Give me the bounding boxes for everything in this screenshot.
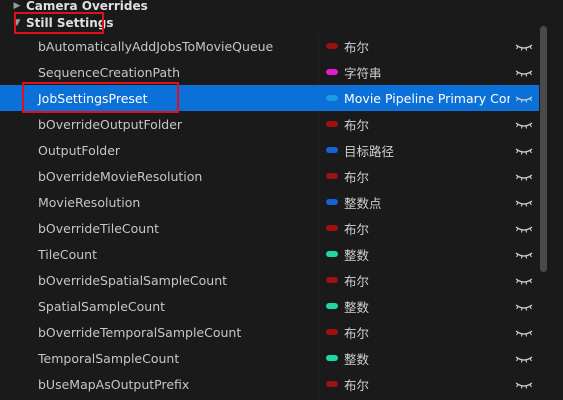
property-type[interactable]: 布尔 — [344, 323, 510, 342]
pin-type-icon — [326, 43, 338, 49]
eye-icon[interactable] — [514, 118, 534, 130]
pin-type-icon — [326, 147, 338, 153]
property-name: bOverrideOutputFolder — [38, 116, 183, 132]
property-name: bUseMapAsOutputPrefix — [38, 376, 190, 392]
property-row[interactable]: TemporalSampleCount 整数 — [0, 345, 540, 371]
eye-icon[interactable] — [514, 326, 534, 338]
property-type[interactable]: 布尔 — [344, 167, 510, 186]
details-panel: ▶ Camera Overrides ▼ Still Settings bAut… — [0, 0, 563, 400]
pin-type-icon — [326, 69, 338, 75]
category-label: Camera Overrides — [26, 0, 148, 13]
property-row[interactable]: JobSettingsPreset Movie Pipeline Primary … — [0, 85, 540, 111]
property-row[interactable]: TileCount 整数 — [0, 241, 540, 267]
eye-icon[interactable] — [514, 378, 534, 390]
pin-type-icon — [326, 121, 338, 127]
property-type[interactable]: 整数 — [344, 349, 510, 368]
pin-type-icon — [326, 303, 338, 309]
pin-type-icon — [326, 355, 338, 361]
eye-icon[interactable] — [514, 196, 534, 208]
property-row[interactable]: bOverrideTemporalSampleCount 布尔 — [0, 319, 540, 345]
property-type[interactable]: 布尔 — [344, 219, 510, 238]
pin-type-icon — [326, 199, 338, 205]
property-type[interactable]: 整数 — [344, 297, 510, 316]
property-name: TileCount — [38, 246, 98, 262]
property-type[interactable]: 布尔 — [344, 115, 510, 134]
pin-type-icon — [326, 173, 338, 179]
property-row[interactable]: MovieResolution 整数点 — [0, 189, 540, 215]
pin-type-icon — [326, 277, 338, 283]
property-name: SpatialSampleCount — [38, 298, 166, 314]
property-row[interactable]: bOverrideOutputFolder 布尔 — [0, 111, 540, 137]
property-row[interactable]: bOverrideSpatialSampleCount 布尔 — [0, 267, 540, 293]
property-name: JobSettingsPreset — [38, 90, 148, 106]
property-type[interactable]: Movie Pipeline Primary Confi — [344, 91, 510, 106]
pin-type-icon — [326, 225, 338, 231]
property-type[interactable]: 字符串 — [344, 63, 510, 82]
property-type[interactable]: 布尔 — [344, 37, 510, 56]
category-label: Still Settings — [26, 16, 114, 30]
property-name: bOverrideTemporalSampleCount — [38, 324, 242, 340]
property-type[interactable]: 整数点 — [344, 193, 510, 212]
property-row[interactable]: OutputFolder 目标路径 — [0, 137, 540, 163]
category-still-settings[interactable]: ▼ Still Settings — [0, 13, 540, 33]
eye-icon[interactable] — [514, 40, 534, 52]
eye-icon[interactable] — [514, 248, 534, 260]
triangle-down-icon[interactable]: ▼ — [10, 18, 24, 28]
property-name: OutputFolder — [38, 142, 121, 158]
property-name: bAutomaticallyAddJobsToMovieQueue — [38, 38, 274, 54]
eye-icon[interactable] — [514, 352, 534, 364]
property-row[interactable]: bOverrideTileCount 布尔 — [0, 215, 540, 241]
eye-icon[interactable] — [514, 300, 534, 312]
property-type[interactable]: 布尔 — [344, 271, 510, 290]
triangle-right-icon[interactable]: ▶ — [10, 1, 24, 11]
property-row[interactable]: bAutomaticallyAddJobsToMovieQueue 布尔 — [0, 33, 540, 59]
property-row[interactable]: SequenceCreationPath 字符串 — [0, 59, 540, 85]
pin-type-icon — [326, 329, 338, 335]
eye-icon[interactable] — [514, 274, 534, 286]
property-type[interactable]: 布尔 — [344, 375, 510, 394]
property-name: MovieResolution — [38, 194, 141, 210]
property-name: bOverrideTileCount — [38, 220, 160, 236]
property-row[interactable]: SpatialSampleCount 整数 — [0, 293, 540, 319]
eye-icon[interactable] — [514, 144, 534, 156]
property-name: SequenceCreationPath — [38, 64, 181, 80]
eye-icon[interactable] — [514, 92, 534, 104]
property-name: TemporalSampleCount — [38, 350, 180, 366]
eye-icon[interactable] — [514, 66, 534, 78]
scrollbar-thumb[interactable] — [540, 26, 547, 272]
property-type[interactable]: 目标路径 — [344, 141, 510, 160]
eye-icon[interactable] — [514, 222, 534, 234]
property-row[interactable]: bOverrideMovieResolution 布尔 — [0, 163, 540, 189]
property-type[interactable]: 整数 — [344, 245, 510, 264]
property-row[interactable]: bUseMapAsOutputPrefix 布尔 — [0, 371, 540, 397]
pin-type-icon — [326, 95, 338, 101]
eye-icon[interactable] — [514, 170, 534, 182]
pin-type-icon — [326, 251, 338, 257]
property-name: bOverrideSpatialSampleCount — [38, 272, 228, 288]
property-name: bOverrideMovieResolution — [38, 168, 203, 184]
pin-type-icon — [326, 381, 338, 387]
